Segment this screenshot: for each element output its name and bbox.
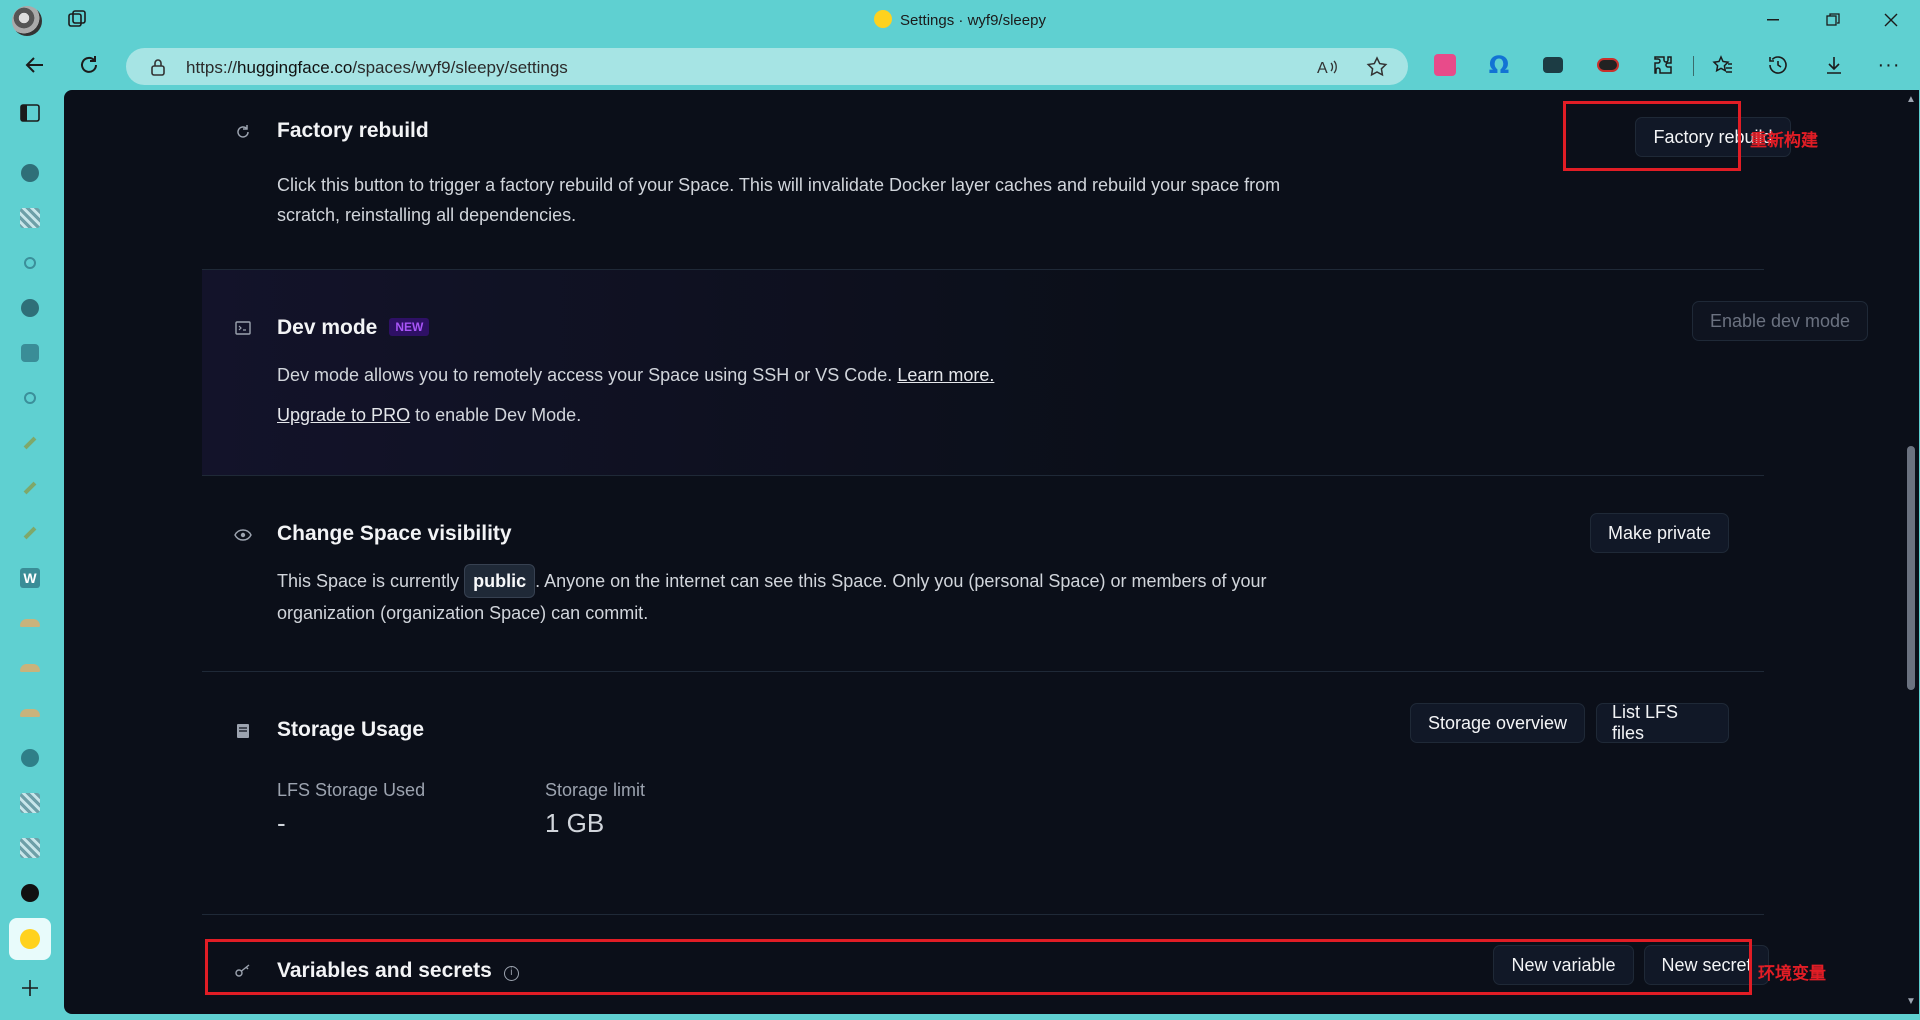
annotation-box-variables xyxy=(205,939,1752,995)
annotation-label-variables: 环境变量 xyxy=(1758,964,1826,984)
list-lfs-files-button[interactable]: List LFS files xyxy=(1596,702,1729,743)
tab-favicon-1[interactable] xyxy=(19,162,41,184)
visibility-status-pill: public xyxy=(464,564,536,598)
read-aloud-icon[interactable]: A xyxy=(1316,56,1338,78)
section-description: This Space is currently public. Anyone o… xyxy=(277,564,1337,628)
tab-w-favicon[interactable]: W xyxy=(19,567,41,589)
restore-button[interactable] xyxy=(1810,6,1856,34)
tab-search-favicon-2[interactable] xyxy=(19,387,41,409)
scroll-down-arrow-icon[interactable]: ▼ xyxy=(1906,997,1916,1007)
section-description: Dev mode allows you to remotely access y… xyxy=(277,360,1377,390)
rebuild-icon xyxy=(234,123,252,141)
terminal-icon xyxy=(234,319,252,337)
make-private-button[interactable]: Make private xyxy=(1590,513,1729,553)
vertical-tab-rail: W xyxy=(0,90,64,1020)
storage-icon xyxy=(234,722,252,740)
tab-favicon-7[interactable] xyxy=(19,882,41,904)
upgrade-text: Upgrade to PRO to enable Dev Mode. xyxy=(277,400,1377,430)
section-title: Storage Usage xyxy=(277,718,425,741)
tab-favicon-2[interactable] xyxy=(19,207,41,229)
url-path: /spaces/wyf9/sleepy/settings xyxy=(352,58,568,77)
favorites-icon[interactable] xyxy=(1710,52,1736,78)
tab-pencil-favicon-3[interactable] xyxy=(19,522,41,544)
minimize-button[interactable] xyxy=(1750,6,1796,34)
tab-pencil-favicon-1[interactable] xyxy=(19,432,41,454)
section-description: Click this button to trigger a factory r… xyxy=(277,175,1281,225)
tab-panel-icon[interactable] xyxy=(19,102,41,124)
active-tab-huggingface[interactable] xyxy=(9,918,51,960)
url-scheme: https:// xyxy=(186,58,238,77)
annotation-label-rebuild: 重新构建 xyxy=(1750,131,1818,151)
svg-text:A: A xyxy=(1317,60,1328,77)
lock-icon[interactable] xyxy=(150,58,166,76)
url-host: huggingface.co xyxy=(237,58,353,77)
scroll-up-arrow-icon[interactable]: ▲ xyxy=(1906,95,1916,105)
annotation-box-rebuild xyxy=(1563,101,1741,171)
tab-github-icon[interactable] xyxy=(19,747,41,769)
navigation-bar: https://huggingface.co/spaces/wyf9/sleep… xyxy=(0,44,1920,86)
game-extension-icon[interactable] xyxy=(1540,52,1566,78)
hugging-face-emoji-icon xyxy=(874,10,893,28)
incognito-extension-icon[interactable] xyxy=(1595,52,1621,78)
translate-extension-icon[interactable] xyxy=(1432,52,1458,78)
storage-limit-label: Storage limit xyxy=(545,780,646,800)
lfs-used-value: - xyxy=(277,808,286,838)
page-scrollbar[interactable]: ▲ ▼ xyxy=(1903,90,1919,1014)
tab-favicon-3[interactable] xyxy=(19,297,41,319)
back-arrow-icon[interactable] xyxy=(22,52,48,78)
tab-favicon-5[interactable] xyxy=(19,792,41,814)
visibility-text-before: This Space is currently xyxy=(277,571,460,591)
section-title: Dev mode NEW xyxy=(277,316,430,340)
storage-usage-section: Storage Usage Storage overview List LFS … xyxy=(202,672,1764,915)
section-title: Factory rebuild xyxy=(277,119,429,142)
storage-limit-value: 1 GB xyxy=(545,808,605,838)
window-title-text: Settings · wyf9/sleepy xyxy=(900,12,1046,29)
dev-mode-title: Dev mode xyxy=(277,316,378,339)
upgrade-to-pro-link[interactable]: Upgrade to PRO xyxy=(277,405,410,425)
title-bar: Settings · wyf9/sleepy xyxy=(0,0,1920,40)
upgrade-rest-text: to enable Dev Mode. xyxy=(415,405,582,425)
factory-rebuild-section: Factory rebuild Click this button to tri… xyxy=(202,90,1791,270)
enable-dev-mode-button[interactable]: Enable dev mode xyxy=(1692,301,1868,341)
storage-overview-button[interactable]: Storage overview xyxy=(1410,703,1585,743)
section-title: Change Space visibility xyxy=(277,522,512,545)
tab-hat-favicon-2[interactable] xyxy=(19,657,41,679)
tab-search-favicon-1[interactable] xyxy=(19,252,41,274)
eye-icon xyxy=(234,526,252,544)
omega-extension-icon[interactable]: Ω xyxy=(1486,51,1512,79)
dev-mode-description: Dev mode allows you to remotely access y… xyxy=(277,365,893,385)
dev-mode-section: Dev mode NEW Dev mode allows you to remot… xyxy=(202,270,1868,476)
scrollbar-thumb[interactable] xyxy=(1907,446,1915,690)
tab-favicon-6[interactable] xyxy=(19,837,41,859)
lfs-used-label: LFS Storage Used xyxy=(277,780,426,800)
window-title: Settings · wyf9/sleepy xyxy=(0,10,1920,29)
new-tab-plus-icon[interactable] xyxy=(19,977,41,999)
favorite-star-icon[interactable] xyxy=(1366,56,1388,78)
visibility-section: Change Space visibility This Space is cu… xyxy=(202,476,1764,672)
toolbar-divider xyxy=(1693,56,1694,76)
address-bar[interactable]: https://huggingface.co/spaces/wyf9/sleep… xyxy=(126,48,1408,85)
tab-hat-favicon-3[interactable] xyxy=(19,702,41,724)
refresh-icon[interactable] xyxy=(76,52,102,78)
more-menu-icon[interactable]: ··· xyxy=(1876,52,1902,78)
downloads-icon[interactable] xyxy=(1821,52,1847,78)
tab-hat-favicon-1[interactable] xyxy=(19,612,41,634)
tab-favicon-4[interactable] xyxy=(19,342,41,364)
learn-more-link[interactable]: Learn more. xyxy=(897,365,994,385)
web-content: Factory rebuild Click this button to tri… xyxy=(64,90,1919,1014)
tab-pencil-favicon-2[interactable] xyxy=(19,477,41,499)
new-badge: NEW xyxy=(389,318,430,336)
url-text[interactable]: https://huggingface.co/spaces/wyf9/sleep… xyxy=(186,58,568,78)
history-icon[interactable] xyxy=(1765,52,1791,78)
extensions-puzzle-icon[interactable] xyxy=(1650,52,1676,78)
close-window-button[interactable] xyxy=(1868,6,1914,34)
